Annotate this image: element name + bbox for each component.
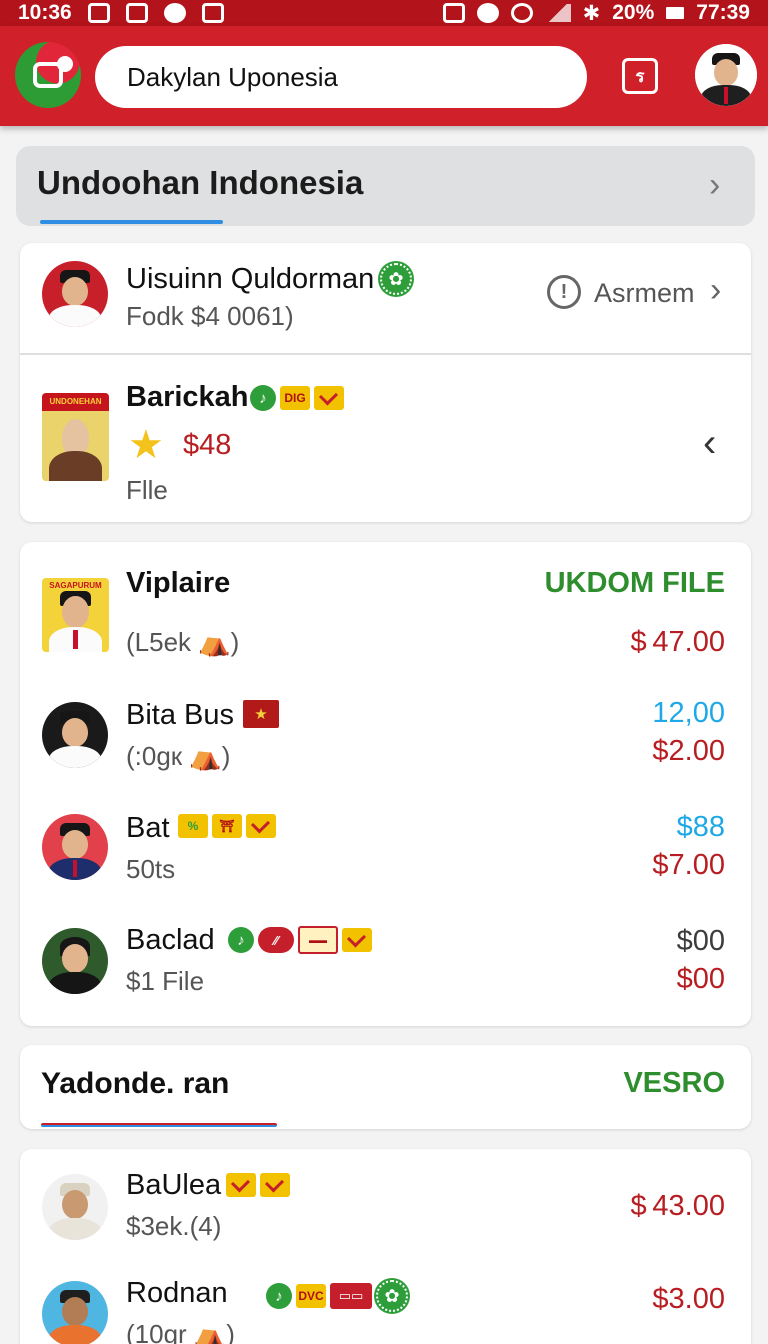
price: $00 <box>676 963 725 995</box>
info-icon[interactable]: ! <box>547 275 581 309</box>
badge-group <box>226 1173 290 1197</box>
banner-icon: ▬▬ <box>298 926 338 954</box>
action-label[interactable]: Asrmem <box>594 278 695 309</box>
avatar[interactable] <box>42 814 108 880</box>
chevron-right-icon[interactable]: › <box>710 273 721 307</box>
signal-icon <box>544 4 571 22</box>
poster-thumbnail[interactable]: UNDONEHAN <box>42 393 109 481</box>
list-item-sub: $3ek.(4) <box>126 1211 222 1241</box>
list-item-sub: (:0gк ⛺) <box>126 741 231 771</box>
poster-text: UNDONEHAN <box>42 393 109 411</box>
chevron-left-icon[interactable]: ‹ <box>703 423 716 463</box>
app-header: ร <box>0 26 768 126</box>
list-item-name: Viplaire <box>126 567 231 599</box>
music-icon: ♪ <box>250 385 276 411</box>
percent-icon: % <box>178 814 208 838</box>
list-item-sub: (10gr ⛺) <box>126 1319 235 1344</box>
search-input[interactable] <box>95 46 587 108</box>
chevron-right-icon[interactable]: › <box>709 168 720 202</box>
badge-group: ♪ DIG <box>250 385 344 411</box>
profile-avatar[interactable] <box>695 44 757 106</box>
app-notification-icon <box>163 3 186 23</box>
avatar[interactable] <box>42 1281 108 1344</box>
star-icon: ★ <box>128 423 164 467</box>
section-header[interactable]: Undoohan Indonesia › <box>16 146 755 226</box>
list-item-name: Barickah <box>126 381 249 413</box>
tab-right-label[interactable]: VESRO <box>623 1067 725 1100</box>
wifi-icon <box>510 3 533 23</box>
music-icon: ♪ <box>228 927 254 953</box>
card-header-label[interactable]: UKDOM FILE <box>545 567 725 600</box>
section-tab-indicator <box>40 220 223 224</box>
battery-icon <box>666 7 685 19</box>
list-item-sub: (L5ek ⛺) <box>126 627 240 657</box>
mail-icon <box>342 928 372 952</box>
badge-group: % ⛩ <box>178 814 276 838</box>
location-icon <box>476 3 499 23</box>
avatar[interactable] <box>42 928 108 994</box>
screenshot-icon <box>87 3 110 23</box>
price: $3.00 <box>652 1283 725 1315</box>
share-button-label: ร <box>635 66 645 86</box>
list-item-sub: Fodk $4 0061) <box>126 301 294 331</box>
list-item-name: BaUlea <box>126 1169 222 1201</box>
music-icon: ♪ <box>266 1283 292 1309</box>
divider <box>20 353 751 355</box>
price-secondary: 12,00 <box>652 697 725 729</box>
mail-icon <box>226 1173 256 1197</box>
mail-icon <box>314 386 344 410</box>
avatar[interactable] <box>42 702 108 768</box>
download-icon <box>201 3 224 23</box>
price-secondary: $00 <box>676 925 725 957</box>
list-item-name: Uisuinn Quldorman <box>126 263 375 295</box>
poster-thumbnail[interactable]: SAGAPURUM <box>42 578 109 652</box>
label-badge: DVC <box>296 1284 326 1308</box>
price-list-card: UKDOM FILE SAGAPURUM Viplaire (L5ek ⛺) $… <box>20 542 751 1026</box>
flag-icon: ★ <box>243 700 279 728</box>
tab-title[interactable]: Yadonde. ran <box>41 1067 229 1101</box>
list-item-sub: Flle <box>126 475 168 505</box>
price-secondary: $88 <box>676 811 725 843</box>
notification-icon <box>125 3 148 23</box>
price: $ 47.00 <box>630 626 725 658</box>
tab-indicator <box>41 1123 277 1127</box>
section-title: Undoohan Indonesia <box>37 164 364 201</box>
price: $ 43.00 <box>630 1190 725 1222</box>
price: $2.00 <box>652 735 725 767</box>
price: $7.00 <box>652 849 725 881</box>
list-item-sub: $1 File <box>126 966 205 996</box>
status-bar: 10:36 ✱ 20% 77:39 <box>0 0 768 26</box>
list-item-name: Baclad <box>126 924 215 956</box>
ticket-icon: ⁄⁄ <box>258 927 294 953</box>
list-item-name: Rodnan <box>126 1277 228 1309</box>
status-clock: 77:39 <box>696 1 750 24</box>
mail-icon <box>260 1173 290 1197</box>
vibrate-icon <box>442 3 465 23</box>
avatar[interactable] <box>42 1174 108 1240</box>
gate-icon: ⛩ <box>212 814 242 838</box>
emblem-icon: ✿ <box>380 263 412 295</box>
featured-card: Uisuinn Quldorman ✿ Fodk $4 0061) ! Asrm… <box>20 243 751 522</box>
list-item-name: Bat <box>126 812 170 844</box>
list-item-name: Bita Bus <box>126 699 234 731</box>
ticket-icon: ▭▭ <box>330 1283 372 1309</box>
list-item-sub: 50ts <box>126 854 176 884</box>
mail-icon <box>246 814 276 838</box>
tab-header-card[interactable]: Yadonde. ran VESRO <box>20 1045 751 1129</box>
avatar[interactable] <box>42 261 108 327</box>
bluetooth-icon: ✱ <box>582 1 601 25</box>
status-time: 10:36 <box>18 1 72 24</box>
badge-group: ♪ ⁄⁄ ▬▬ <box>228 926 372 954</box>
price: $48 <box>183 429 232 461</box>
app-logo-icon[interactable] <box>15 42 81 108</box>
battery-percent: 20% <box>612 1 655 24</box>
share-icon[interactable]: ร <box>622 58 658 94</box>
badge-group: ♪ DVC ▭▭ ✿ <box>266 1280 408 1312</box>
emblem-icon: ✿ <box>376 1280 408 1312</box>
bottom-list-card: BaUlea $3ek.(4) $ 43.00 Rodnan ♪ DVC ▭▭ … <box>20 1149 751 1344</box>
label-badge: DIG <box>280 386 310 410</box>
